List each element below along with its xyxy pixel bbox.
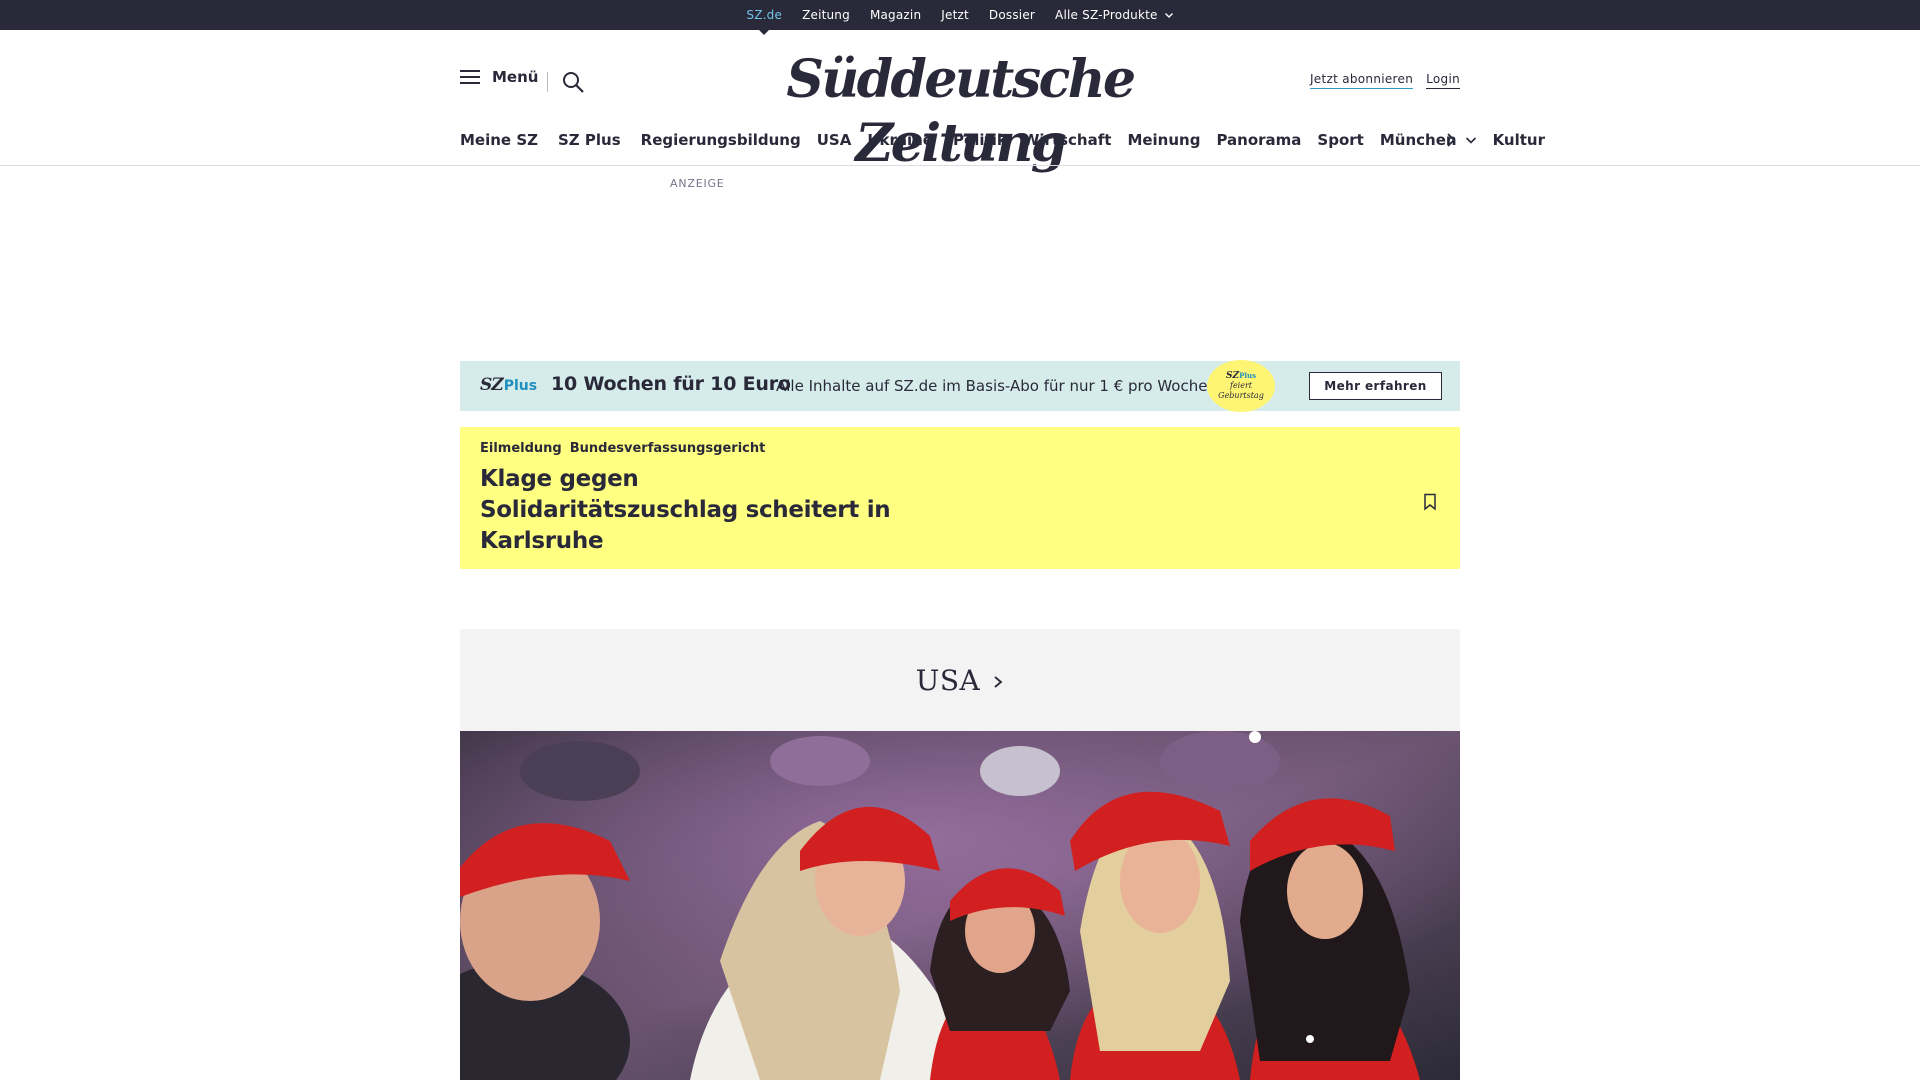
nav-item-meine-sz[interactable]: Meine SZ	[460, 131, 538, 149]
main-navigation: Meine SZ SZ Plus Regierungsbildung USA U…	[460, 127, 1545, 153]
hamburger-icon	[460, 70, 480, 84]
product-bar: SZ.de Zeitung Magazin Jetzt Dossier Alle…	[0, 0, 1920, 35]
breaking-label: Eilmeldung	[480, 441, 562, 456]
nav-item-panorama[interactable]: Panorama	[1216, 131, 1301, 149]
chevron-down-icon	[1164, 13, 1173, 18]
birthday-badge: SZPlus feiert Geburtstag	[1207, 360, 1275, 412]
nav-item-wirtschaft[interactable]: Wirtschaft	[1023, 131, 1112, 149]
ad-label: ANZEIGE	[670, 177, 725, 190]
login-link[interactable]: Login	[1426, 72, 1460, 89]
chevron-right-icon[interactable]	[1442, 131, 1460, 149]
sz-plus-logo-sz: SZ	[480, 375, 504, 395]
menu-button[interactable]: Menü	[460, 68, 538, 86]
sz-plus-logo: SZ Plus	[480, 375, 537, 395]
badge-line-1: feiert	[1229, 381, 1253, 390]
lead-article-image[interactable]	[460, 731, 1460, 1080]
badge-line-2: Geburtstag	[1218, 391, 1264, 400]
header-divider	[547, 72, 548, 92]
nav-item-muenchen[interactable]: München	[1380, 131, 1477, 149]
menu-label: Menü	[492, 68, 539, 86]
badge-logo-plus: Plus	[1239, 371, 1257, 380]
learn-more-button[interactable]: Mehr erfahren	[1309, 372, 1442, 400]
nav-item-politik[interactable]: Politik	[953, 131, 1007, 149]
nav-item-sport[interactable]: Sport	[1317, 131, 1363, 149]
product-link-dossier[interactable]: Dossier	[989, 8, 1035, 22]
product-link-jetzt[interactable]: Jetzt	[941, 8, 969, 22]
sz-plus-logo-plus: Plus	[503, 378, 538, 394]
product-link-all-products[interactable]: Alle SZ-Produkte	[1055, 8, 1174, 22]
badge-logo-sz: SZ	[1225, 371, 1240, 381]
chevron-right-icon	[994, 676, 1003, 688]
promo-text: Alle Inhalte auf SZ.de im Basis-Abo für …	[776, 377, 1213, 395]
badge-logo: SZPlus	[1226, 371, 1256, 381]
nav-item-regierungsbildung[interactable]: Regierungsbildung	[641, 131, 801, 149]
search-icon[interactable]	[561, 70, 585, 94]
product-link-zeitung[interactable]: Zeitung	[802, 8, 850, 22]
nav-item-sz-plus[interactable]: SZ Plus	[558, 131, 621, 149]
section-title: USA	[915, 663, 981, 697]
section-header-usa[interactable]: USA	[460, 629, 1460, 731]
promo-headline: 10 Wochen für 10 Euro	[551, 373, 791, 395]
breaking-topic: Bundesverfassungsgericht	[569, 441, 766, 456]
site-logo[interactable]: Süddeutsche Zeitung	[722, 48, 1198, 176]
bookmark-icon[interactable]	[1423, 493, 1437, 511]
breaking-news-teaser[interactable]: Eilmeldung Bundesverfassungsgericht Klag…	[460, 427, 1460, 569]
nav-item-meinung[interactable]: Meinung	[1127, 131, 1200, 149]
nav-item-usa[interactable]: USA	[817, 131, 852, 149]
subscribe-link[interactable]: Jetzt abonnieren	[1309, 72, 1414, 89]
nav-item-kultur[interactable]: Kultur	[1493, 131, 1545, 149]
chevron-down-icon	[1465, 137, 1476, 144]
breaking-headline[interactable]: Klage gegen Solidaritätszuschlag scheite…	[480, 464, 900, 557]
product-link-sz-de[interactable]: SZ.de	[746, 8, 782, 35]
header-bottom-border	[0, 165, 1920, 166]
breaking-kicker: Eilmeldung Bundesverfassungsgericht	[480, 441, 765, 456]
product-link-magazin[interactable]: Magazin	[870, 8, 921, 22]
sz-plus-promo-banner: SZ Plus 10 Wochen für 10 Euro Alle Inhal…	[460, 360, 1460, 412]
nav-item-ukraine[interactable]: Ukraine	[867, 131, 933, 149]
header-account-links: Jetzt abonnieren Login	[1309, 72, 1460, 89]
all-products-label: Alle SZ-Produkte	[1055, 8, 1158, 22]
